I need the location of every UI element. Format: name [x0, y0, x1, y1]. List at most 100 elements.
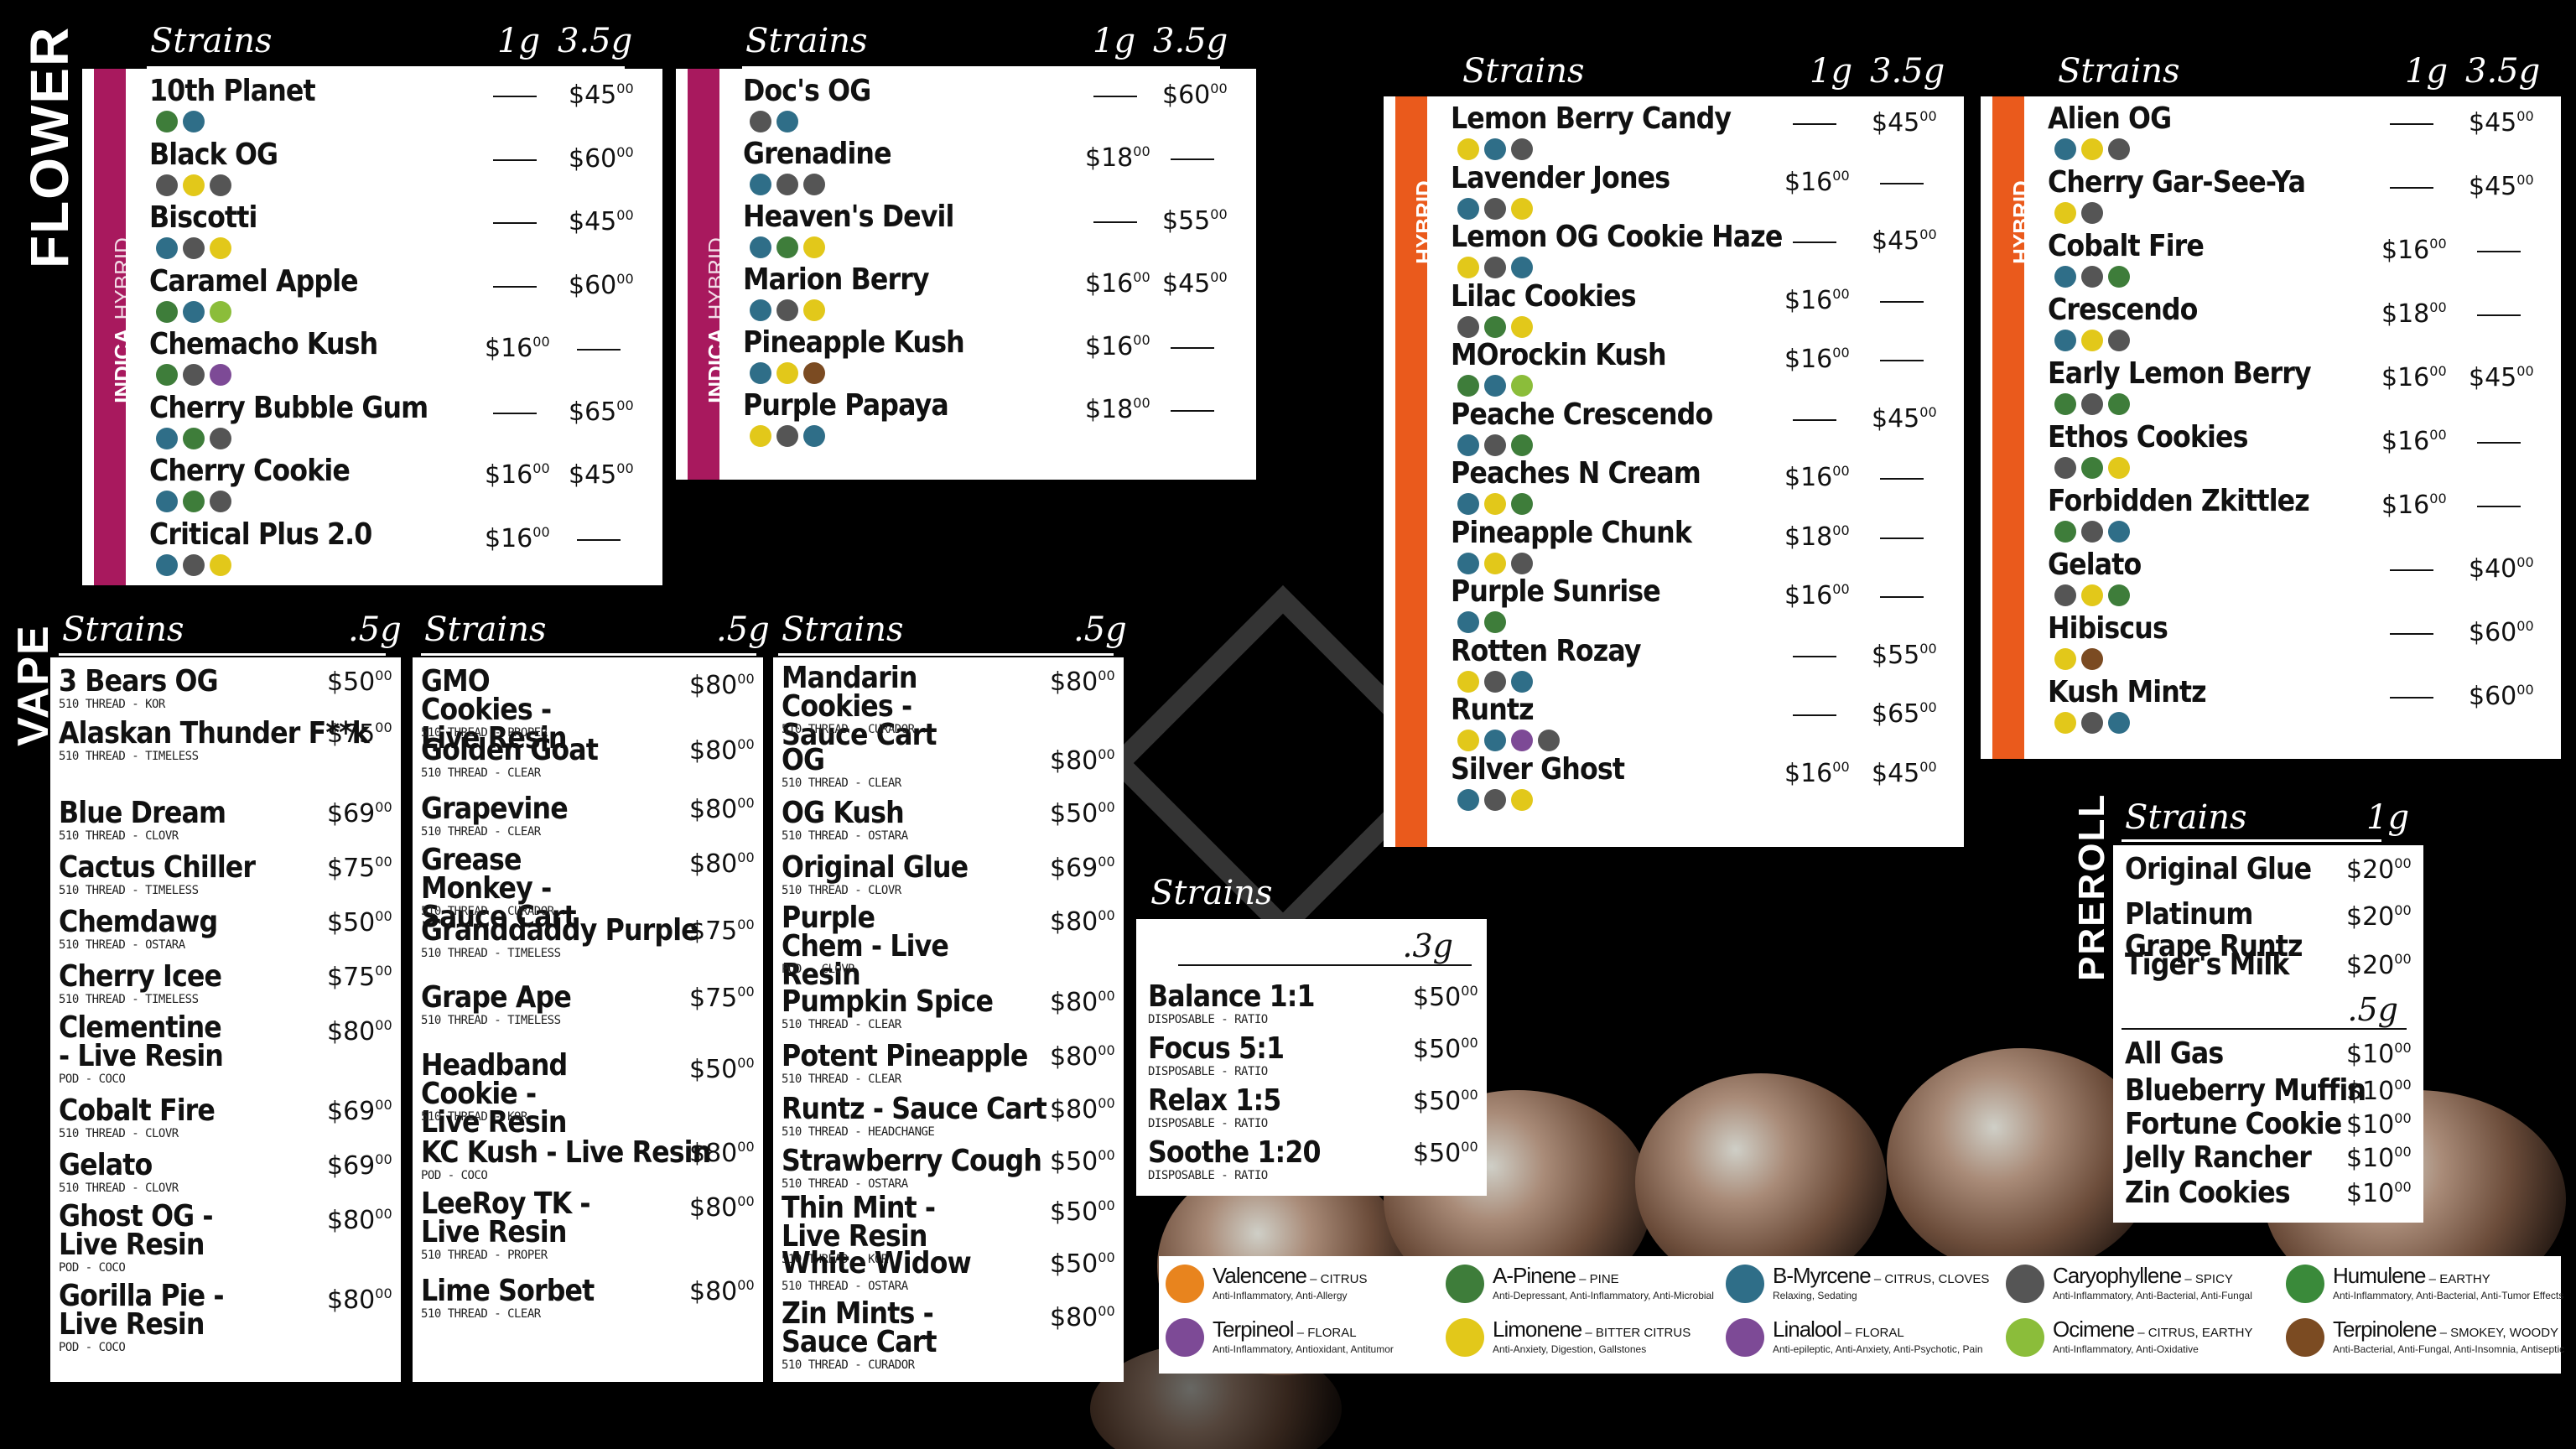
strain-row[interactable]: Pineapple Chunk $1800 — [1384, 516, 1964, 575]
vape-row[interactable]: Potent Pineapple 510 THREAD - CLEAR $8000 — [773, 1039, 1124, 1089]
price-1g: $1600 — [1085, 332, 1150, 361]
vape-row[interactable]: Mandarin Cookies - Sauce Cart 510 THREAD … — [773, 663, 1124, 750]
price-value: $50 — [689, 1055, 738, 1084]
price-3-5g: $4500 — [2469, 108, 2534, 138]
vape-row[interactable]: Ghost OG - Live Resin POD - COCO $8000 — [50, 1202, 401, 1275]
strain-row[interactable]: Grenadine $1800 — [676, 137, 1256, 200]
price-1g: $1600 — [1784, 286, 1850, 315]
vape-row[interactable]: Headband Cookie - Live Resin 510 THREAD -… — [413, 1051, 763, 1138]
strain-row[interactable]: Kush Mintz $6000 — [1981, 675, 2561, 739]
vape-row[interactable]: KC Kush - Live Resin POD - COCO $8000 — [413, 1135, 763, 1186]
myr-terpene-icon — [1484, 138, 1506, 160]
preroll-name: Fortune Cookie — [2125, 1107, 2342, 1141]
strain-row[interactable]: Doc's OG $6000 — [676, 74, 1256, 137]
terpene-icons — [156, 553, 231, 576]
strain-row[interactable]: Ethos Cookies $1600 — [1981, 420, 2561, 484]
lim-terpene-icon — [750, 425, 771, 447]
strain-row[interactable]: Black OG $6000 — [82, 138, 662, 201]
strain-row[interactable]: Gelato $4000 — [1981, 548, 2561, 611]
strain-row[interactable]: Runtz $6500 — [1384, 693, 1964, 752]
strain-row[interactable]: Caramel Apple $6000 — [82, 264, 662, 328]
vape-brand: 510 THREAD - PROPER — [421, 1249, 548, 1262]
strain-row[interactable]: Lemon Berry Candy $4500 — [1384, 101, 1964, 161]
price-cents: 00 — [1098, 1197, 1115, 1213]
strain-row[interactable]: Forbidden Zkittlez $1600 — [1981, 484, 2561, 548]
strain-row[interactable]: Marion Berry $1600 $4500 — [676, 262, 1256, 325]
vape-row[interactable]: Grape Ape 510 THREAD - TIMELESS $7500 — [413, 980, 763, 1031]
vape-row[interactable]: Alaskan Thunder F**k 510 THREAD - TIMELES… — [50, 716, 401, 766]
disposable-name: Relax 1:5 — [1148, 1083, 1281, 1118]
strain-row[interactable]: Peaches N Cream $1600 — [1384, 456, 1964, 516]
vape-brand: 510 THREAD - CLOVR — [59, 1182, 179, 1195]
price-3-5g: $6500 — [1872, 699, 1937, 729]
strain-row[interactable]: Cherry Gar-See-Ya $4500 — [1981, 165, 2561, 229]
vape-row[interactable]: Runtz - Sauce Cart 510 THREAD - HEADCHANG… — [773, 1092, 1124, 1142]
terpene-icons — [750, 174, 825, 195]
strain-row[interactable]: Cherry Cookie $1600 $4500 — [82, 454, 662, 517]
price-cents: 00 — [1919, 108, 1937, 124]
vape-row[interactable]: Blue Dream 510 THREAD - CLOVR $6900 — [50, 796, 401, 846]
strain-row[interactable]: Critical Plus 2.0 $1600 — [82, 517, 662, 581]
vape-name: Chemdawg — [59, 905, 218, 939]
strain-row[interactable]: Peache Crescendo $4500 — [1384, 397, 1964, 457]
strain-row[interactable]: Biscotti $4500 — [82, 200, 662, 264]
vape-row[interactable]: Thin Mint - Live Resin 510 THREAD - KOR $5… — [773, 1193, 1124, 1267]
vape-row[interactable]: OG Kush 510 THREAD - OSTARA $5000 — [773, 796, 1124, 846]
lim-terpene-icon — [1457, 257, 1479, 278]
pine-terpene-icon — [156, 300, 178, 323]
vape-row[interactable]: Gelato 510 THREAD - CLOVR $6900 — [50, 1148, 401, 1198]
vape-row[interactable]: Gorilla Pie - Live Resin POD - COCO $8000 — [50, 1281, 401, 1355]
vape-row[interactable]: White Widow 510 THREAD - OSTARA $5000 — [773, 1246, 1124, 1296]
vape-row[interactable]: OG 510 THREAD - CLEAR $8000 — [773, 743, 1124, 793]
vape-row[interactable]: Clementine - Live Resin POD - COCO $8000 — [50, 1013, 401, 1087]
legend-item: Valencene – CITRUS Anti-Inflammatory, Ant… — [1166, 1261, 1442, 1311]
strain-row[interactable]: Early Lemon Berry $1600 $4500 — [1981, 356, 2561, 420]
vape-row[interactable]: Chemdawg 510 THREAD - OSTARA $5000 — [50, 905, 401, 955]
price-value: $75 — [327, 963, 376, 992]
vape-row[interactable]: Original Glue 510 THREAD - CLOVR $6900 — [773, 850, 1124, 901]
vape-row[interactable]: Lime Sorbet 510 THREAD - CLEAR $8000 — [413, 1274, 763, 1324]
strain-row[interactable]: Purple Papaya $1800 — [676, 388, 1256, 451]
price-cents: 00 — [375, 963, 392, 979]
strain-row[interactable]: Chemacho Kush $1600 — [82, 327, 662, 391]
legend-name: Ocimene – CITRUS, EARTHY — [2053, 1317, 2252, 1343]
vape-row[interactable]: Purple Chem - Live Resin POD - CLOVR $8000 — [773, 903, 1124, 990]
disposable-name: Balance 1:1 — [1148, 979, 1316, 1014]
price-cents: 00 — [1919, 640, 1937, 657]
vape-row[interactable]: Zin Mints - Sauce Cart 510 THREAD - CURAD… — [773, 1299, 1124, 1373]
strain-row[interactable]: MOrockin Kush $1600 — [1384, 338, 1964, 397]
price: $8000 — [1050, 907, 1115, 937]
price-cents: 00 — [375, 1206, 392, 1222]
strain-name: Heaven's Devil — [743, 200, 954, 234]
strain-row[interactable]: Lemon OG Cookie Haze $4500 — [1384, 220, 1964, 279]
strain-row[interactable]: Hibiscus $6000 — [1981, 611, 2561, 675]
vape-row[interactable]: Cobalt Fire 510 THREAD - CLOVR $6900 — [50, 1093, 401, 1144]
vape-row[interactable]: GMO Cookies - Live Resin 510 THREAD - PRO… — [413, 667, 763, 754]
vape-row[interactable]: Granddaddy Purple 510 THREAD - TIMELESS $7… — [413, 913, 763, 963]
vape-row[interactable]: LeeRoy TK - Live Resin 510 THREAD - PROPE… — [413, 1189, 763, 1263]
strain-row[interactable]: Cobalt Fire $1600 — [1981, 229, 2561, 293]
strain-row[interactable]: Crescendo $1800 — [1981, 293, 2561, 356]
hops-icon — [1726, 1265, 1764, 1303]
strain-row[interactable]: Heaven's Devil $5500 — [676, 200, 1256, 262]
vape-row[interactable]: Golden Goat 510 THREAD - CLEAR $8000 — [413, 733, 763, 783]
strain-row[interactable]: Pineapple Kush $1600 — [676, 325, 1256, 388]
strain-row[interactable]: Cherry Bubble Gum $6500 — [82, 391, 662, 454]
price-value: $75 — [327, 854, 376, 883]
price-3-5g: $6000 — [569, 271, 634, 300]
vape-row[interactable]: Grapevine 510 THREAD - CLEAR $8000 — [413, 792, 763, 842]
vape-row[interactable]: Pumpkin Spice 510 THREAD - CLEAR $8000 — [773, 984, 1124, 1035]
strain-row[interactable]: Rotten Rozay $5500 — [1384, 634, 1964, 693]
vape-row[interactable]: Strawberry Cough 510 THREAD - OSTARA $5000 — [773, 1144, 1124, 1194]
strain-row[interactable]: Silver Ghost $1600 $4500 — [1384, 752, 1964, 812]
strain-row[interactable]: 10th Planet $4500 — [82, 74, 662, 138]
strain-row[interactable]: Lavender Jones $1600 — [1384, 161, 1964, 221]
strain-name: Cobalt Fire — [2048, 229, 2205, 263]
vape-row[interactable]: Cactus Chiller 510 THREAD - TIMELESS $7500 — [50, 850, 401, 901]
strain-row[interactable]: Purple Sunrise $1600 — [1384, 574, 1964, 634]
vape-row[interactable]: Grease Monkey - Sauce Cart 510 THREAD - C… — [413, 845, 763, 932]
strain-row[interactable]: Lilac Cookies $1600 — [1384, 279, 1964, 339]
vape-row[interactable]: Cherry Icee 510 THREAD - TIMELESS $7500 — [50, 959, 401, 1010]
strain-row[interactable]: Alien OG $4500 — [1981, 101, 2561, 165]
vape-row[interactable]: 3 Bears OG 510 THREAD - KOR $5000 — [50, 664, 401, 714]
